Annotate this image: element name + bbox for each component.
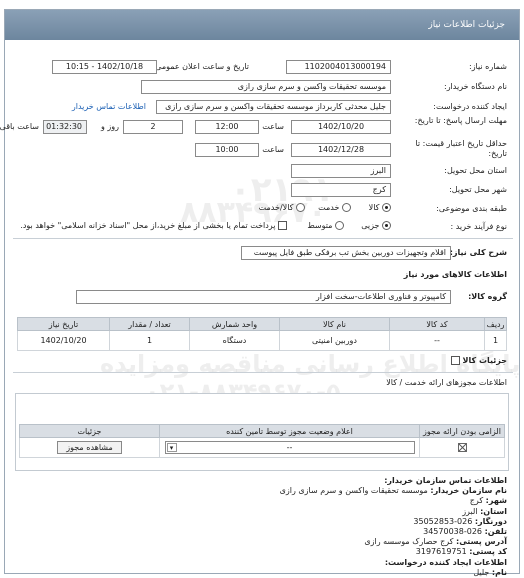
permits-table: الزامی بودن ارائه مجوز اعلام وضعیت مجوز …: [19, 424, 505, 458]
goods-table: ردیف کد کالا نام کالا واحد شمارش تعداد /…: [17, 317, 507, 351]
validity-time: 10:00: [195, 143, 259, 157]
province-field: البرز: [291, 164, 391, 178]
required-checkbox-icon[interactable]: [457, 443, 467, 452]
payment-option[interactable]: پرداخت تمام یا بخشی از مبلغ خرید،از محل …: [20, 221, 287, 230]
cell-name: دوربین امنیتی: [279, 330, 390, 351]
description-label: شرح کلی نیاز:: [449, 248, 507, 257]
days-remaining: 2: [123, 120, 183, 134]
contact-line-creator: اطلاعات ایجاد کننده درخواست:: [384, 557, 507, 567]
goods-group-field: کامپیوتر و فناوری اطلاعات-سخت افزار: [76, 290, 451, 304]
category-both-radio[interactable]: [296, 203, 305, 212]
validity-label: حداقل تاریخ اعتبار قیمت: تا تاریخ:: [415, 139, 507, 158]
contact-line-city: شهر: کرج: [469, 496, 507, 506]
cell-details: مشاهده مجوز: [19, 437, 160, 458]
view-permit-button[interactable]: مشاهده مجوز: [57, 441, 122, 454]
validity-date: 1402/12/28: [291, 143, 391, 157]
goods-details-option[interactable]: جزئیات کالا: [450, 356, 507, 365]
contact-line-phone: تلفن: 026-34570038: [423, 527, 507, 537]
permit-status-select[interactable]: -- ▾: [164, 441, 415, 454]
remaining-label: ساعت باقی مانده: [0, 122, 39, 131]
send-deadline-time-label: ساعت: [262, 122, 284, 131]
chevron-down-icon: ▾: [166, 443, 177, 452]
category-service-label: خدمت: [318, 203, 340, 212]
table-row[interactable]: -- ▾ مشاهده مجوز: [19, 437, 505, 458]
process-medium-radio[interactable]: [335, 221, 344, 230]
city-field: کرج: [291, 183, 391, 197]
buyer-field: موسسه تحقیقات واکسن و سرم سازی رازی: [141, 80, 391, 94]
process-medium-label: متوسط: [307, 221, 333, 230]
permit-status-value: --: [286, 443, 293, 452]
cell-required: [419, 437, 505, 458]
cell-unit: دستگاه: [189, 330, 280, 351]
contact-line-province: استان: البرز: [462, 506, 507, 516]
process-minor-label: جزیی: [361, 221, 380, 230]
col-status: اعلام وضعیت مجوز توسط تامین کننده: [159, 424, 420, 438]
category-option-service[interactable]: خدمت: [318, 203, 351, 212]
cell-code: --: [389, 330, 485, 351]
cell-date: 1402/10/20: [17, 330, 110, 351]
creator-field: جلیل محدثی کاربرداز موسسه تحقیقات واکسن …: [156, 100, 391, 114]
send-deadline-date: 1402/10/20: [291, 120, 391, 134]
send-deadline-label: مهلت ارسال پاسخ: تا تاریخ:: [414, 116, 507, 125]
payment-note: پرداخت تمام یا بخشی از مبلغ خرید،از محل …: [20, 221, 276, 230]
category-service-radio[interactable]: [342, 203, 351, 212]
panel-title: جزئیات اطلاعات نیاز: [5, 10, 519, 40]
col-unit: واحد شمارش: [189, 317, 280, 331]
buyer-label: نام دستگاه خریدار:: [444, 82, 507, 91]
buyer-contact-link[interactable]: اطلاعات تماس خریدار: [72, 102, 146, 111]
cell-status: -- ▾: [159, 437, 420, 458]
goods-details-label: جزئیات کالا: [462, 356, 507, 365]
divider-1: [13, 238, 513, 239]
need-number-field: 1102004013000194: [286, 60, 391, 74]
cell-row: 1: [484, 330, 507, 351]
category-both-label: کالا/خدمت: [258, 203, 294, 212]
col-code: کد کالا: [389, 317, 485, 331]
top-strip: [0, 0, 524, 8]
category-option-goods[interactable]: کالا: [369, 203, 391, 212]
contact-info: اطلاعات تماس سازمان خریدار: نام سازمان خ…: [17, 476, 507, 578]
contact-title: اطلاعات تماس سازمان خریدار:: [384, 476, 507, 485]
category-goods-label: کالا: [368, 203, 380, 212]
col-qty: تعداد / مقدار: [109, 317, 190, 331]
col-required: الزامی بودن ارائه مجوز: [419, 424, 505, 438]
need-details-panel: جزئیات اطلاعات نیاز ۰۲۱۹۱ ۸۸۳۴۹۶۷۰ پایگا…: [0, 9, 520, 577]
col-row: ردیف: [484, 317, 507, 331]
payment-checkbox[interactable]: [278, 221, 287, 230]
category-goods-radio[interactable]: [382, 203, 391, 212]
permits-table-header: الزامی بودن ارائه مجوز اعلام وضعیت مجوز …: [19, 424, 505, 438]
send-deadline-time: 12:00: [195, 120, 259, 134]
validity-time-label: ساعت: [262, 145, 284, 154]
table-row[interactable]: 1 -- دوربین امنیتی دستگاه 1 1402/10/20: [17, 330, 507, 351]
need-number-label: شماره نیاز:: [469, 62, 507, 71]
announce-date-field: 1402/10/18 - 10:15: [52, 60, 157, 74]
goods-details-checkbox[interactable]: [450, 356, 460, 365]
description-field: اقلام وتجهیزات دوربین بخش تب برفکی طبق ف…: [241, 246, 451, 260]
creator-label: ایجاد کننده درخواست:: [433, 102, 507, 111]
contact-line-org: نام سازمان خریدار: موسسه تحقیقات واکسن و…: [279, 486, 507, 496]
category-label: طبقه بندی موضوعی:: [436, 204, 507, 213]
col-details: جزئیات: [19, 424, 160, 438]
contact-line-name: نام: جلیل: [473, 567, 507, 577]
col-name: نام کالا: [279, 317, 390, 331]
remaining-time: 01:32:30: [43, 120, 87, 134]
contact-line-postal: کد پستی: 3197619751: [415, 547, 507, 557]
process-option-medium[interactable]: متوسط: [307, 221, 344, 230]
goods-table-header: ردیف کد کالا نام کالا واحد شمارش تعداد /…: [17, 317, 507, 331]
days-label: روز و: [101, 122, 119, 131]
contact-line-fax: دورنگار: 026-35052853: [413, 516, 507, 526]
province-label: استان محل تحویل:: [444, 166, 507, 175]
announce-date-label: تاریخ و ساعت اعلان عمومی:: [152, 62, 249, 71]
category-option-both[interactable]: کالا/خدمت: [259, 203, 305, 212]
contact-line-address: آدرس پستی: کرج حصارک موسسه رازی: [364, 537, 507, 547]
process-minor-radio[interactable]: [382, 221, 391, 230]
permits-section-title: اطلاعات مجوزهای ارائه خدمت / کالا: [386, 378, 507, 387]
process-label: نوع فرآیند خرید :: [450, 222, 507, 231]
goods-section-title: اطلاعات کالاهای مورد نیاز: [403, 270, 507, 279]
cell-qty: 1: [109, 330, 190, 351]
divider-2: [13, 372, 513, 373]
process-option-minor[interactable]: جزیی: [361, 221, 391, 230]
goods-group-label: گروه کالا:: [468, 292, 507, 301]
city-label: شهر محل تحویل:: [449, 185, 507, 194]
col-date: تاریخ نیاز: [17, 317, 110, 331]
